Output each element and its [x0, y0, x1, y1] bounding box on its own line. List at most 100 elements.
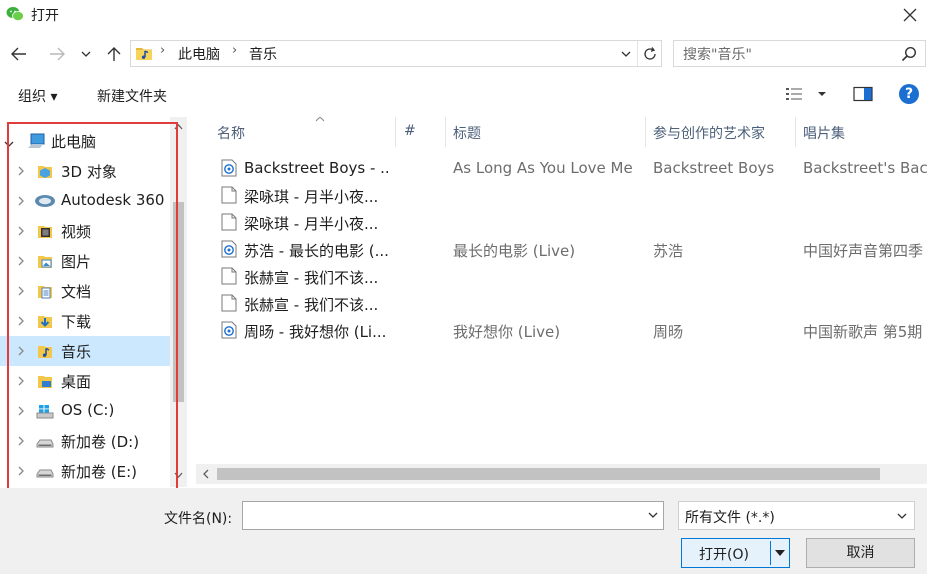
- file-album: Backstreet's Back: [803, 159, 927, 177]
- sidebar-item-3d-objects[interactable]: 3D 对象: [0, 156, 170, 186]
- file-row[interactable]: 周旸 - 我好想你 (Li... 我好想你 (Live) 周旸 中国新歌声 第5期: [200, 317, 927, 344]
- organize-button[interactable]: 组织 ▾: [18, 86, 57, 106]
- forward-button[interactable]: [46, 44, 68, 64]
- chevron-right-icon[interactable]: [16, 194, 26, 208]
- sidebar-item-pictures[interactable]: 图片: [0, 246, 170, 276]
- downloads-icon: [38, 316, 52, 328]
- drive-icon: [36, 469, 54, 478]
- refresh-icon: [643, 46, 656, 60]
- help-icon[interactable]: ?: [899, 84, 919, 104]
- column-header-label: 唱片集: [803, 126, 845, 142]
- sidebar-item-music[interactable]: 音乐: [0, 336, 170, 366]
- chevron-right-icon[interactable]: [16, 464, 26, 478]
- scroll-left-icon[interactable]: [202, 468, 210, 480]
- chevron-down-icon: [81, 51, 91, 57]
- search-input[interactable]: 搜索"音乐": [673, 40, 926, 67]
- close-icon: [903, 8, 917, 22]
- column-header-label: 标题: [453, 126, 481, 142]
- title-bar: 打开: [0, 0, 927, 30]
- sidebar-item-videos[interactable]: 视频: [0, 216, 170, 246]
- chevron-right-icon[interactable]: [16, 254, 26, 268]
- address-segment-this-pc[interactable]: 此电脑: [178, 44, 220, 64]
- sort-ascending-icon: [315, 117, 325, 122]
- scrollbar-thumb[interactable]: [217, 468, 880, 480]
- filename-input[interactable]: [242, 501, 664, 530]
- file-row[interactable]: 梁咏琪 - 月半小夜...: [200, 209, 927, 236]
- sidebar-item-autodesk-360[interactable]: Autodesk 360: [0, 186, 170, 216]
- navigation-pane: 此电脑 3D 对象 Autodesk 360 视频 图片 文档 下载 音乐 桌面…: [0, 117, 190, 487]
- chevron-right-icon[interactable]: [16, 404, 26, 418]
- view-details-icon[interactable]: [785, 86, 803, 102]
- sidebar-item-downloads[interactable]: 下载: [0, 306, 170, 336]
- file-album: 中国新歌声 第5期: [803, 323, 923, 341]
- sidebar-item-drive-d[interactable]: 新加卷 (D:): [0, 426, 170, 456]
- chevron-right-icon[interactable]: [16, 164, 26, 178]
- new-folder-button[interactable]: 新建文件夹: [97, 86, 167, 106]
- preview-pane-icon[interactable]: [853, 86, 873, 102]
- address-separator[interactable]: ›: [232, 43, 237, 58]
- open-button-label: 打开(O): [699, 547, 749, 563]
- chevron-right-icon[interactable]: [16, 284, 26, 298]
- sidebar-item-documents[interactable]: 文档: [0, 276, 170, 306]
- chevron-right-icon[interactable]: [16, 434, 26, 448]
- sidebar-item-drive-e[interactable]: 新加卷 (E:): [0, 456, 170, 486]
- cancel-button[interactable]: 取消: [806, 538, 915, 568]
- column-header-album[interactable]: 唱片集: [803, 117, 927, 147]
- desktop-icon: [38, 376, 52, 388]
- file-row[interactable]: 张赫宣 - 我们不该...: [200, 263, 927, 290]
- chevron-right-icon[interactable]: [16, 374, 26, 388]
- file-list-horizontal-scrollbar[interactable]: [196, 464, 927, 484]
- address-separator[interactable]: ›: [160, 43, 165, 58]
- file-row[interactable]: 张赫宣 - 我们不该...: [200, 290, 927, 317]
- chevron-right-icon[interactable]: [16, 344, 26, 358]
- close-button[interactable]: [893, 0, 927, 30]
- address-history-dropdown[interactable]: [615, 41, 637, 66]
- back-button[interactable]: [8, 44, 30, 64]
- open-button[interactable]: 打开(O): [681, 538, 790, 568]
- address-segment-music[interactable]: 音乐: [249, 44, 277, 64]
- chevron-down-icon: [897, 513, 907, 519]
- search-placeholder: 搜索"音乐": [683, 47, 752, 63]
- sidebar-item-this-pc[interactable]: 此电脑: [0, 126, 170, 156]
- sidebar-item-label: 音乐: [61, 343, 92, 361]
- windows-drive-icon: [36, 405, 54, 419]
- computer-icon: [28, 133, 45, 148]
- column-header-number[interactable]: #: [404, 117, 446, 147]
- view-options-dropdown-icon[interactable]: [816, 86, 828, 102]
- scroll-down-icon[interactable]: [173, 469, 184, 481]
- file-title: As Long As You Love Me: [453, 159, 633, 177]
- file-album: 中国好声音第四季: [803, 242, 924, 260]
- file-row[interactable]: 梁咏琪 - 月半小夜...: [200, 182, 927, 209]
- file-row[interactable]: Backstreet Boys - ... As Long As You Love…: [200, 155, 927, 182]
- file-name: 梁咏琪 - 月半小夜...: [244, 215, 379, 233]
- chevron-down-icon[interactable]: [647, 509, 659, 521]
- 3d-objects-icon: [38, 166, 52, 178]
- arrow-right-icon: [50, 47, 65, 61]
- sidebar-item-desktop[interactable]: 桌面: [0, 366, 170, 396]
- open-options-dropdown-icon[interactable]: [774, 548, 786, 558]
- expanded-chevron-icon[interactable]: [4, 136, 14, 150]
- generic-file-icon: [221, 267, 237, 285]
- address-bar[interactable]: › 此电脑 › 音乐: [130, 40, 662, 67]
- column-header-title[interactable]: 标题: [453, 117, 646, 147]
- filetype-select[interactable]: 所有文件 (*.*): [678, 501, 915, 530]
- column-header-name[interactable]: 名称: [217, 117, 396, 147]
- filename-label: 文件名(N):: [164, 511, 233, 527]
- column-header-artist[interactable]: 参与创作的艺术家: [653, 117, 796, 147]
- recent-locations-button[interactable]: [78, 44, 94, 64]
- sidebar-item-label: 视频: [61, 223, 92, 241]
- sidebar-item-os-c[interactable]: OS (C:): [0, 396, 170, 426]
- generic-file-icon: [221, 213, 237, 231]
- music-folder-icon: [136, 48, 152, 60]
- chevron-right-icon[interactable]: [16, 224, 26, 238]
- navigation-pane-scrollbar[interactable]: [170, 117, 187, 487]
- refresh-button[interactable]: [637, 41, 661, 66]
- file-name: 苏浩 - 最长的电影 (...: [244, 242, 388, 260]
- scroll-up-icon[interactable]: [173, 121, 184, 133]
- split-divider: [770, 541, 771, 565]
- sidebar-item-label: Autodesk 360: [61, 191, 165, 209]
- file-row[interactable]: 苏浩 - 最长的电影 (... 最长的电影 (Live) 苏浩 中国好声音第四季: [200, 236, 927, 263]
- up-button[interactable]: [103, 44, 125, 64]
- chevron-right-icon[interactable]: [16, 314, 26, 328]
- scrollbar-thumb[interactable]: [173, 202, 184, 402]
